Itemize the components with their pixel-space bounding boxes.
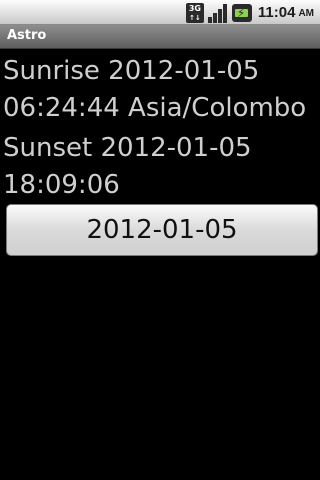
sunrise-date: Sunrise 2012-01-05 [3, 56, 260, 86]
status-ampm: AM [298, 8, 314, 19]
network-label: 3G [188, 3, 201, 13]
astro-info: Sunrise 2012-01-05 06:24:44 Asia/Colombo… [3, 53, 317, 204]
status-time: 11:04 [257, 4, 296, 21]
status-bar: 3G ↑↓ ⚡ 11:04 AM [0, 0, 320, 25]
sunset-time: 18:09:06 [3, 170, 120, 200]
app-title-bar: Astro [0, 25, 320, 49]
date-button-label: 2012-01-05 [86, 215, 238, 245]
signal-strength-icon [207, 3, 228, 23]
3g-data-icon: 3G ↑↓ [185, 2, 204, 23]
app-title: Astro [7, 28, 47, 43]
battery-charging-icon: ⚡ [231, 3, 252, 22]
status-icons: 3G ↑↓ ⚡ 11:04 AM [185, 0, 314, 25]
date-picker-button[interactable]: 2012-01-05 [6, 204, 318, 256]
sunrise-time: 06:24:44 Asia/Colombo [3, 93, 307, 123]
sunset-date: Sunset 2012-01-05 [3, 133, 252, 163]
